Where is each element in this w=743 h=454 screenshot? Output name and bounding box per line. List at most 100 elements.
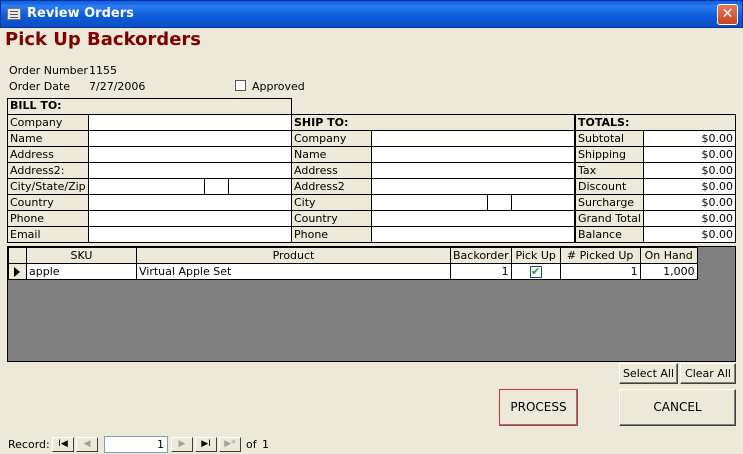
backorder-table: SKU Product Backorder Pick Up # Picked U… — [8, 247, 698, 280]
bill-address2-field[interactable] — [87, 162, 293, 179]
bill-email-label: Email — [7, 226, 89, 243]
subtotal-label: Subtotal — [575, 130, 644, 147]
record-label: Record: — [8, 438, 50, 451]
ship-phone-field[interactable] — [370, 226, 576, 243]
form-icon — [7, 8, 21, 20]
bill-phone-label: Phone — [7, 210, 89, 227]
ship-address2-field[interactable] — [370, 178, 576, 195]
select-all-button[interactable]: Select All — [619, 363, 678, 384]
bill-city-state-zip — [87, 178, 293, 195]
cell-picked-up[interactable]: 1 — [559, 263, 641, 280]
shipping-value: $0.00 — [642, 146, 737, 163]
cell-sku[interactable]: apple — [26, 263, 137, 280]
bill-email-field[interactable] — [87, 226, 293, 243]
bill-name-label: Name — [7, 130, 89, 147]
current-record-input[interactable]: 1 — [104, 436, 168, 453]
ship-country-label: Country — [291, 210, 372, 227]
ship-city-field[interactable] — [372, 195, 488, 210]
new-record-button[interactable]: ▶* — [219, 437, 241, 452]
record-total: 1 — [262, 438, 269, 451]
ship-phone-label: Phone — [291, 226, 372, 243]
totals-table: TOTALS: Subtotal $0.00 Shipping $0.00 Tax $… — [575, 114, 737, 243]
col-sku[interactable]: SKU — [26, 247, 137, 264]
subtotal-value: $0.00 — [642, 130, 737, 147]
bill-to-table: Company Name Address Address2: City/Stat… — [7, 114, 293, 243]
ship-to-header: SHIP TO: — [291, 114, 575, 131]
first-record-button[interactable]: I◀ — [52, 437, 74, 452]
col-picked-up[interactable]: # Picked Up — [559, 247, 641, 264]
ship-address2-label: Address2 — [291, 178, 372, 195]
ship-address-field[interactable] — [370, 162, 576, 179]
table-row: apple Virtual Apple Set 1 ✔ 1 1,000 — [8, 263, 698, 280]
cancel-button[interactable]: CANCEL — [619, 389, 736, 426]
approved-checkbox[interactable] — [235, 80, 246, 91]
surcharge-value: $0.00 — [642, 194, 737, 211]
bill-address-label: Address — [7, 146, 89, 163]
bill-state-field[interactable] — [205, 179, 229, 194]
approved-label: Approved — [252, 80, 305, 93]
ship-city-label: City — [291, 194, 372, 211]
totals-header: TOTALS: — [575, 114, 736, 131]
cell-pickup: ✔ — [510, 263, 561, 280]
cell-backorder[interactable]: 1 — [450, 263, 512, 280]
pickup-checkbox[interactable]: ✔ — [529, 266, 542, 278]
bill-zip-field[interactable] — [229, 180, 291, 194]
discount-value: $0.00 — [642, 178, 737, 195]
ship-country-field[interactable] — [370, 210, 576, 227]
next-record-button[interactable]: ▶ — [171, 437, 193, 452]
bill-address-field[interactable] — [87, 146, 293, 163]
tax-value: $0.00 — [642, 162, 737, 179]
title-bar: Review Orders ✕ — [0, 0, 743, 28]
bill-company-field[interactable] — [87, 114, 293, 131]
ship-city-state-zip — [370, 194, 576, 211]
order-number-label: Order Number — [9, 64, 88, 77]
last-record-button[interactable]: ▶I — [195, 437, 217, 452]
order-date-label: Order Date — [9, 80, 71, 93]
ship-name-field[interactable] — [370, 146, 576, 163]
row-selector[interactable] — [8, 263, 27, 280]
surcharge-label: Surcharge — [575, 194, 644, 211]
discount-label: Discount — [575, 178, 644, 195]
bill-company-label: Company — [7, 114, 89, 131]
close-button[interactable]: ✕ — [717, 4, 738, 25]
grand-total-label: Grand Total — [575, 210, 644, 227]
order-date-value: 7/27/2006 — [89, 80, 146, 93]
prev-record-button[interactable]: ◀ — [76, 437, 98, 452]
grid-header-row: SKU Product Backorder Pick Up # Picked U… — [8, 247, 698, 264]
process-button[interactable]: PROCESS — [499, 389, 578, 426]
page-title: Pick Up Backorders — [5, 29, 201, 50]
shipping-label: Shipping — [575, 146, 644, 163]
row-selector-header — [8, 247, 27, 264]
balance-value: $0.00 — [642, 226, 737, 243]
record-of-label: of — [246, 438, 257, 451]
ship-company-field[interactable] — [370, 130, 576, 147]
backorder-grid: SKU Product Backorder Pick Up # Picked U… — [7, 246, 736, 362]
bill-phone-field[interactable] — [87, 210, 293, 227]
bill-name-field[interactable] — [87, 130, 293, 147]
col-product[interactable]: Product — [136, 247, 451, 264]
ship-name-label: Name — [291, 146, 372, 163]
ship-address-label: Address — [291, 162, 372, 179]
balance-label: Balance — [575, 226, 644, 243]
col-pickup[interactable]: Pick Up — [510, 247, 561, 264]
cell-product[interactable]: Virtual Apple Set — [136, 263, 451, 280]
ship-to-table: SHIP TO: Company Name Address Address2 C… — [291, 114, 576, 243]
tax-label: Tax — [575, 162, 644, 179]
bill-country-field[interactable] — [87, 194, 293, 211]
current-record-icon — [14, 266, 20, 277]
ship-company-label: Company — [291, 130, 372, 147]
bill-to-title: BILL TO: — [10, 99, 62, 112]
ship-zip-field[interactable] — [512, 196, 574, 210]
bill-city-label: City/State/Zip — [7, 178, 89, 195]
grand-total-value: $0.00 — [642, 210, 737, 227]
ship-state-field[interactable] — [488, 195, 512, 210]
col-backorder[interactable]: Backorder — [450, 247, 512, 264]
order-number-value: 1155 — [89, 64, 117, 77]
cell-on-hand[interactable]: 1,000 — [639, 263, 698, 280]
col-on-hand[interactable]: On Hand — [639, 247, 698, 264]
bill-address2-label: Address2: — [7, 162, 89, 179]
clear-all-button[interactable]: Clear All — [680, 363, 736, 384]
bill-to-header: BILL TO: — [7, 98, 292, 114]
window-title: Review Orders — [27, 6, 134, 21]
bill-city-field[interactable] — [89, 179, 205, 194]
